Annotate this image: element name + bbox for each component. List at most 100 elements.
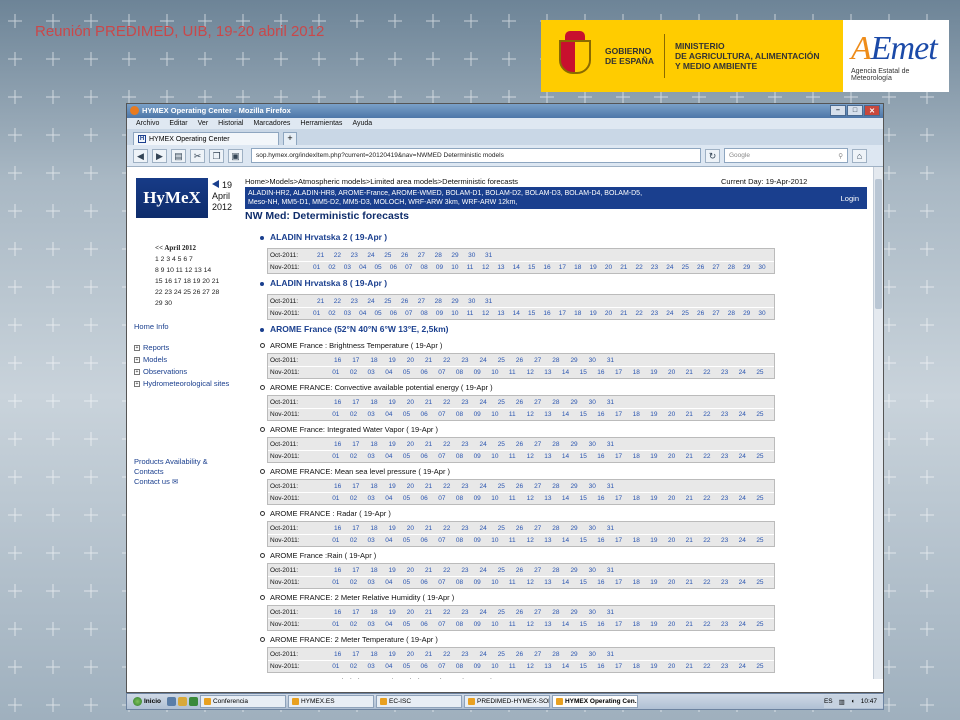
day-link[interactable]: 25 [756,663,774,670]
day-link[interactable]: 20 [668,663,686,670]
day-link[interactable]: 20 [407,567,425,574]
day-link[interactable]: 28 [435,298,452,305]
day-link[interactable]: 17 [352,441,370,448]
day-link[interactable]: 06 [421,663,439,670]
forward-button[interactable]: ▶ [152,148,167,163]
day-link[interactable]: 28 [552,483,570,490]
day-link[interactable]: 09 [474,621,492,628]
day-link[interactable]: 18 [633,537,651,544]
day-link[interactable]: 05 [403,453,421,460]
day-link[interactable]: 31 [607,441,625,448]
back-button[interactable]: ◀ [133,148,148,163]
day-link[interactable]: 23 [721,453,739,460]
day-link[interactable]: 17 [615,369,633,376]
day-link[interactable]: 06 [421,537,439,544]
day-link[interactable]: 26 [401,252,418,259]
day-link[interactable]: 22 [443,567,461,574]
day-link[interactable]: 16 [597,411,615,418]
day-link[interactable]: 29 [451,298,468,305]
day-link[interactable]: 16 [334,525,352,532]
radio-icon[interactable] [260,511,265,516]
day-link[interactable]: 11 [509,663,527,670]
day-link[interactable]: 03 [368,411,386,418]
search-input[interactable]: Google ⚲ [724,148,848,163]
day-link[interactable]: 20 [407,357,425,364]
day-link[interactable]: 18 [370,651,388,658]
day-link[interactable]: 18 [574,264,589,271]
day-link[interactable]: 12 [527,453,545,460]
day-link[interactable]: 30 [589,609,607,616]
cut-icon[interactable]: ✂ [190,148,205,163]
day-link[interactable]: 29 [570,609,588,616]
day-link[interactable]: 19 [650,621,668,628]
day-link[interactable]: 21 [686,663,704,670]
day-link[interactable]: 05 [403,495,421,502]
day-link[interactable]: 21 [686,495,704,502]
day-link[interactable]: 28 [552,609,570,616]
day-link[interactable]: 27 [534,483,552,490]
day-link[interactable]: 20 [668,537,686,544]
quicklaunch-folder-icon[interactable] [177,697,187,706]
day-link[interactable]: 17 [352,399,370,406]
day-link[interactable]: 20 [668,495,686,502]
day-link[interactable]: 30 [589,651,607,658]
day-link[interactable]: 10 [491,537,509,544]
day-link[interactable]: 26 [401,298,418,305]
day-link[interactable]: 01 [332,495,350,502]
day-link[interactable]: 22 [636,264,651,271]
day-link[interactable]: 12 [482,310,497,317]
day-link[interactable]: 12 [527,411,545,418]
day-link[interactable]: 17 [352,651,370,658]
menu-item-herramientas[interactable]: Herramientas [300,120,342,127]
day-link[interactable]: 02 [350,621,368,628]
day-link[interactable]: 16 [597,495,615,502]
day-link[interactable]: 22 [636,310,651,317]
day-link[interactable]: 06 [421,453,439,460]
day-link[interactable]: 02 [350,411,368,418]
day-link[interactable]: 01 [332,411,350,418]
day-link[interactable]: 03 [368,453,386,460]
day-link[interactable]: 16 [597,663,615,670]
radio-icon[interactable] [260,427,265,432]
vertical-scrollbar[interactable] [873,167,883,679]
day-link[interactable]: 29 [743,310,758,317]
day-link[interactable]: 22 [443,651,461,658]
day-link[interactable]: 25 [756,453,774,460]
day-link[interactable]: 06 [390,310,405,317]
day-link[interactable]: 27 [418,252,435,259]
day-link[interactable]: 29 [570,399,588,406]
menu-item-editar[interactable]: Editar [169,120,187,127]
day-link[interactable]: 17 [615,621,633,628]
day-link[interactable]: 05 [403,579,421,586]
radio-icon[interactable] [260,553,265,558]
day-link[interactable]: 01 [332,621,350,628]
menu-item-ayuda[interactable]: Ayuda [352,120,372,127]
day-link[interactable]: 21 [686,537,704,544]
day-link[interactable]: 22 [443,357,461,364]
day-link[interactable]: 26 [516,609,534,616]
day-link[interactable]: 15 [528,264,543,271]
day-link[interactable]: 20 [668,369,686,376]
sidebar-item-reports[interactable]: + Reports [134,343,169,352]
day-link[interactable]: 25 [756,411,774,418]
day-link[interactable]: 08 [421,310,436,317]
day-link[interactable]: 10 [491,453,509,460]
day-link[interactable]: 06 [421,369,439,376]
hymex-logo[interactable]: HyMeX [136,178,208,218]
product-item[interactable]: AROME FRANCE: 2 Meter Relative Humidity … [260,593,454,602]
day-link[interactable]: 24 [480,441,498,448]
day-link[interactable]: 04 [359,310,374,317]
day-link[interactable]: 02 [350,579,368,586]
day-link[interactable]: 14 [513,264,528,271]
day-link[interactable]: 22 [443,525,461,532]
day-link[interactable]: 26 [697,310,712,317]
day-link[interactable]: 19 [389,357,407,364]
day-link[interactable]: 28 [552,441,570,448]
day-link[interactable]: 10 [491,369,509,376]
day-link[interactable]: 17 [615,495,633,502]
day-link[interactable]: 23 [461,441,479,448]
day-link[interactable]: 21 [425,525,443,532]
day-link[interactable]: 25 [756,369,774,376]
day-link[interactable]: 21 [620,310,635,317]
maximize-button[interactable]: □ [847,105,863,116]
